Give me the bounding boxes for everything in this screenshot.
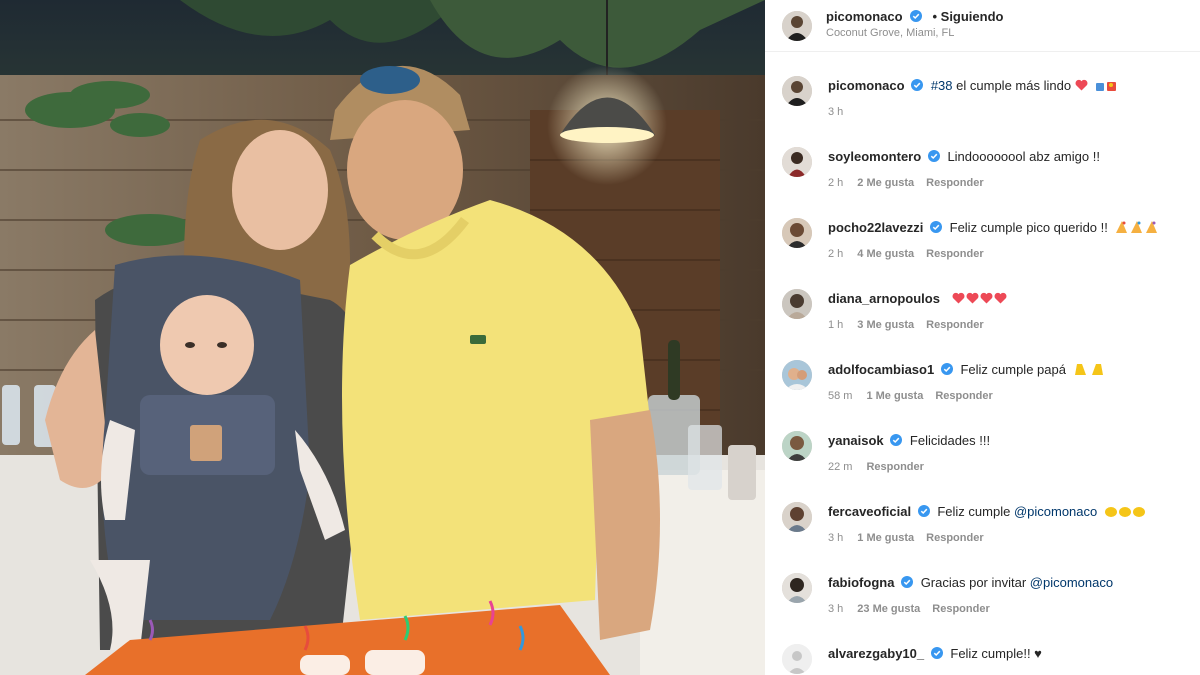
commenter-avatar[interactable] <box>782 147 812 177</box>
comment-time: 3 h <box>828 603 844 615</box>
comment-time: 2 h <box>828 177 844 189</box>
commenter-avatar[interactable] <box>782 431 812 461</box>
comment-text: Feliz cumple!! ♥ <box>950 646 1042 661</box>
post-photo <box>0 0 765 675</box>
caption-avatar[interactable] <box>782 76 812 106</box>
comments-panel: picomonaco • Siguiendo Coconut Grove, Mi… <box>765 0 1200 675</box>
comment-item: diana_arnopoulos 1 h 3 Me gusta Responder <box>765 283 1200 353</box>
caption-hashtag[interactable]: #38 <box>931 78 953 93</box>
caption-username[interactable]: picomonaco <box>828 78 905 93</box>
caption-time: 3 h <box>828 106 844 118</box>
reply-button[interactable]: Responder <box>926 319 983 331</box>
commenter-username[interactable]: fercaveoficial <box>828 504 911 519</box>
celebration-emoji-icon <box>1096 82 1117 91</box>
reply-button[interactable]: Responder <box>926 177 983 189</box>
comment-time: 22 m <box>828 461 853 473</box>
commenter-username[interactable]: fabiofogna <box>828 575 894 590</box>
comment-item: soyleomontero Lindoooooool abz amigo !! … <box>765 141 1200 211</box>
comment-mention[interactable]: @picomonaco <box>1030 575 1113 590</box>
caption-text: el cumple más lindo <box>956 78 1072 93</box>
reply-button[interactable]: Responder <box>866 461 923 473</box>
red-heart-emoji-icon <box>1075 79 1088 91</box>
verified-badge-icon <box>940 363 953 375</box>
reply-button[interactable]: Responder <box>935 390 992 402</box>
following-status[interactable]: • Siguiendo <box>932 9 1003 24</box>
comment-item: fercaveoficial Feliz cumple @picomonaco … <box>765 496 1200 566</box>
comment-likes[interactable]: 1 Me gusta <box>857 532 914 544</box>
comment-mention[interactable]: @picomonaco <box>1014 504 1097 519</box>
commenter-avatar[interactable] <box>782 644 812 674</box>
verified-badge-icon <box>910 10 923 22</box>
comment-time: 3 h <box>828 532 844 544</box>
comment-item: pocho22lavezzi Feliz cumple pico querido… <box>765 212 1200 282</box>
author-username[interactable]: picomonaco <box>826 9 903 24</box>
author-avatar[interactable] <box>782 11 812 41</box>
commenter-avatar[interactable] <box>782 360 812 390</box>
commenter-username[interactable]: adolfocambiaso1 <box>828 362 934 377</box>
commenter-avatar[interactable] <box>782 218 812 248</box>
commenter-avatar[interactable] <box>782 289 812 319</box>
commenter-username[interactable]: soyleomontero <box>828 149 921 164</box>
comment-likes[interactable]: 3 Me gusta <box>857 319 914 331</box>
post-header: picomonaco • Siguiendo Coconut Grove, Mi… <box>765 0 1200 52</box>
comment-likes[interactable]: 4 Me gusta <box>857 248 914 260</box>
commenter-avatar[interactable] <box>782 573 812 603</box>
comment-likes[interactable]: 2 Me gusta <box>857 177 914 189</box>
reply-button[interactable]: Responder <box>932 603 989 615</box>
comment-text: Felicidades !!! <box>909 433 991 448</box>
comment-item: yanaisok Felicidades !!! 22 m Responder <box>765 425 1200 495</box>
raised-hands-emoji-icon <box>1074 364 1103 375</box>
party-popper-emoji-icon <box>1115 221 1157 233</box>
commenter-username[interactable]: pocho22lavezzi <box>828 220 923 235</box>
comment-text: Feliz cumple <box>937 504 1011 519</box>
comment-time: 58 m <box>828 390 853 402</box>
verified-badge-icon <box>901 576 914 588</box>
comment-text: Feliz cumple pico querido !! <box>949 220 1108 235</box>
birthday-photo-illustration <box>0 0 765 675</box>
caption-meta: 3 h <box>828 106 857 118</box>
hearts-emoji-icon <box>952 291 1008 306</box>
comment-time: 2 h <box>828 248 844 260</box>
comment-likes[interactable]: 1 Me gusta <box>866 390 923 402</box>
comment-item: fabiofogna Gracias por invitar @picomona… <box>765 567 1200 637</box>
comment-text: Lindoooooool abz amigo !! <box>947 149 1100 164</box>
verified-badge-icon <box>927 150 940 162</box>
comment-item: alvarezgaby10_ Feliz cumple!! ♥ <box>765 638 1200 675</box>
reply-button[interactable]: Responder <box>926 532 983 544</box>
comment-item: adolfocambiaso1 Feliz cumple papá 58 m 1 … <box>765 354 1200 424</box>
commenter-username[interactable]: yanaisok <box>828 433 884 448</box>
commenter-username[interactable]: alvarezgaby10_ <box>828 646 924 661</box>
clapping-hands-emoji-icon <box>1104 507 1145 517</box>
post-location[interactable]: Coconut Grove, Miami, FL <box>826 27 954 39</box>
comment-time: 1 h <box>828 319 844 331</box>
comment-text: Gracias por invitar <box>920 575 1027 590</box>
comment-likes[interactable]: 23 Me gusta <box>857 603 920 615</box>
reply-button[interactable]: Responder <box>926 248 983 260</box>
post-caption: picomonaco #38 el cumple más lindo 3 h <box>765 70 1200 140</box>
verified-badge-icon <box>930 221 942 233</box>
commenter-username[interactable]: diana_arnopoulos <box>828 291 940 306</box>
verified-badge-icon <box>890 434 903 446</box>
verified-badge-icon <box>917 505 930 517</box>
comment-text: Feliz cumple papá <box>960 362 1066 377</box>
verified-badge-icon <box>911 79 924 91</box>
verified-badge-icon <box>930 647 943 659</box>
commenter-avatar[interactable] <box>782 502 812 532</box>
